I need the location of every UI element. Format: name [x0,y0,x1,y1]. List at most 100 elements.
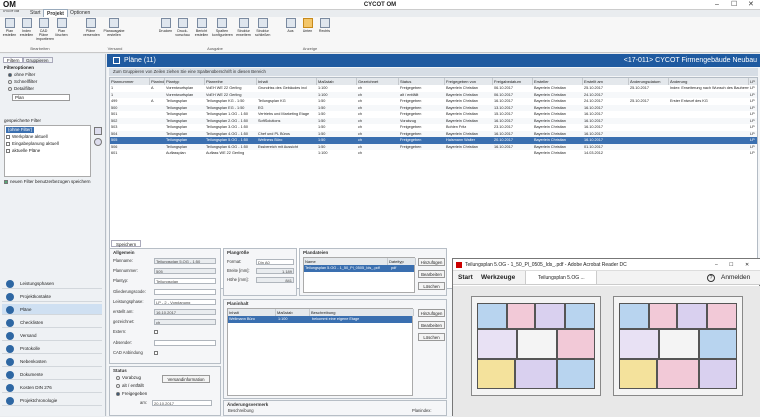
acrobat-minimize[interactable]: – [715,259,718,271]
layout-unten-button[interactable]: Unten [300,18,315,33]
column-header[interactable]: Ersteller [533,78,583,85]
acrobat-close[interactable]: ✕ [745,259,749,271]
file-delete-button[interactable]: Löschen [418,282,445,290]
file-add-button[interactable]: Hinzufügen [418,258,445,266]
radio-schnellfilter[interactable]: Schnellfilter [8,79,37,85]
close-button[interactable]: ✕ [748,0,754,9]
column-header[interactable]: LP [749,78,757,85]
field-value[interactable]: Teilungsplan [154,278,216,285]
struktur-erweitern-button[interactable]: Struktur erweitern [236,18,251,37]
status-date-field[interactable]: 20.10.2017 [152,400,212,406]
delete-filter-icon[interactable] [94,138,102,146]
extern-checkbox[interactable] [154,330,158,335]
column-header[interactable]: Plantyp [165,78,205,85]
file-row[interactable]: Teilungsplan 5.OG - 1_50_Pl_0505_Ids_.pd… [304,265,414,272]
minimize-button[interactable]: – [715,0,719,9]
index-erstellen-button[interactable]: Index erstellen [19,18,34,37]
acrobat-start-tab[interactable]: Start [458,271,473,285]
content-delete-button[interactable]: Löschen [418,333,445,341]
column-header[interactable]: Plannummer [110,78,150,85]
floor-plan-left [471,296,601,396]
acrobat-signin[interactable]: Anmelden [721,271,750,285]
saved-filter-item[interactable]: (ohne Filter) [6,127,35,133]
field-label: Gliederungscode: [113,288,146,294]
column-header[interactable]: Inhalt [257,78,317,85]
saved-filter-item[interactable]: Werkpläne aktuell [6,134,48,140]
struktur-schliessen-button[interactable]: Struktur schließen [255,18,270,37]
field-value[interactable]: 16.10.2017 [154,309,216,315]
format-select[interactable]: Din A0 [256,259,294,265]
field-label: Planname: [113,258,134,263]
column-header[interactable]: Freigabedatum [493,78,533,85]
nav-checklisten[interactable]: Checklisten [2,317,102,328]
save-filter-icon[interactable] [94,127,102,135]
spalten-button[interactable]: Spalten konfigurieren [212,18,233,37]
saved-filter-item[interactable]: aktuelle Pläne [6,148,40,154]
layout-aus-button[interactable]: Aus [283,18,298,33]
field-value[interactable] [154,339,216,346]
cad-import-button[interactable]: CAD Pläne importieren [36,18,54,41]
help-icon[interactable]: ? [707,274,715,282]
file-edit-button[interactable]: Bearbeiten [418,270,445,278]
plan-loeschen-button[interactable]: Plan löschen [54,18,69,37]
table-row[interactable]: 601 Auflassplan Auflass WE 22 Gerling 1:100… [110,150,757,157]
column-header[interactable]: Status [399,78,445,85]
nav-leistungsphasen[interactable]: Leistungsphasen [2,278,102,289]
cad-checkbox[interactable] [154,350,158,355]
status-freigegeben-radio[interactable]: Freigegeben [116,391,147,397]
layout-rechts-button[interactable]: Rechts [317,18,332,33]
field-value[interactable]: Teilungsplan 5.OG - 1:50 [154,258,216,264]
status-vorabzug-radio[interactable]: Vorabzug [116,375,141,381]
column-header[interactable]: Planreihe [205,78,257,85]
plan-erstellen-button[interactable]: Plan erstellen [2,18,17,37]
tab-gruppieren[interactable]: Gruppieren [22,57,53,63]
radio-detailfilter[interactable]: Detailfilter [8,86,34,92]
breite-field[interactable]: 1.189 [256,268,294,274]
content-row[interactable]: Wellmann Büro 1:100 bekommt eine eigene … [228,316,412,323]
drucken-button[interactable]: Drucken [158,18,173,33]
acrobat-maximize[interactable]: ☐ [729,259,733,271]
column-header[interactable]: Maßstab [317,78,357,85]
nav-versand[interactable]: Versand [2,330,102,341]
field-value[interactable]: LP - 2 - Vorplanung [154,298,216,305]
acrobat-tools-tab[interactable]: Werkzeuge [481,271,515,285]
tab-start[interactable]: Start [27,9,44,17]
versandinformation-button[interactable]: Versandinformation [162,375,210,383]
field-value[interactable]: 505 [154,268,216,275]
column-header[interactable]: Gezeichnet [357,78,399,85]
tab-projekt[interactable]: Projekt [43,9,68,17]
content-edit-button[interactable]: Bearbeiten [418,321,445,329]
status-alt-radio[interactable]: alt / entfällt [116,383,144,389]
filter-select[interactable]: Plan [12,94,70,101]
nav-projektchronologie[interactable]: Projektchronologie [2,395,102,406]
nav-projektkontakte[interactable]: Projektkontakte [2,291,102,302]
tab-filtern[interactable]: Filtern [3,57,24,63]
nav-nebenkosten[interactable]: Nebenkosten [2,356,102,367]
field-value[interactable]: ch [154,319,216,326]
field-value[interactable] [154,288,216,295]
acrobat-title-bar: Teilungsplan 5.OG - 1_50_Pl_0505_Ids_.pd… [453,259,760,271]
column-header[interactable]: Änderung [669,78,749,85]
nav-dokumente[interactable]: Dokumente [2,369,102,380]
saved-filter-item[interactable]: Eingabeplanung aktuell [6,141,59,147]
plaene-versenden-button[interactable]: Pläne versenden [83,18,100,37]
bericht-button[interactable]: Bericht erstellen [194,18,209,37]
column-header[interactable]: Planindex [150,78,165,85]
content-add-button[interactable]: Hinzufügen [418,309,445,317]
maximize-button[interactable]: ☐ [731,0,737,9]
nav-plaene[interactable]: Pläne [2,304,102,315]
acrobat-doc-tab[interactable]: Teilungsplan 5.OG ... [525,271,597,284]
planausgabe-button[interactable]: Planausgabe erstellen [102,18,126,37]
nav-kosten-din276[interactable]: Kosten DIN 276 [2,382,102,393]
column-header[interactable]: Erstellt am [583,78,629,85]
druckvorschau-button[interactable]: Druck-vorschau [175,18,190,37]
tab-speichern[interactable]: Speichern [111,240,142,247]
column-header[interactable]: Änderungsdatum [629,78,669,85]
remember-filter-checkbox[interactable]: neuen Filter benutzerbezogen speichern [4,179,91,185]
nav-protokolle[interactable]: Protokolle [2,343,102,354]
radio-ohne-filter[interactable]: ohne Filter [8,72,35,78]
tab-optionen[interactable]: Optionen [67,9,93,17]
column-header[interactable]: Freigegeben von [445,78,493,85]
hoehe-field[interactable]: 841 [256,277,294,283]
group-anzeige: Anzeige [302,46,318,51]
